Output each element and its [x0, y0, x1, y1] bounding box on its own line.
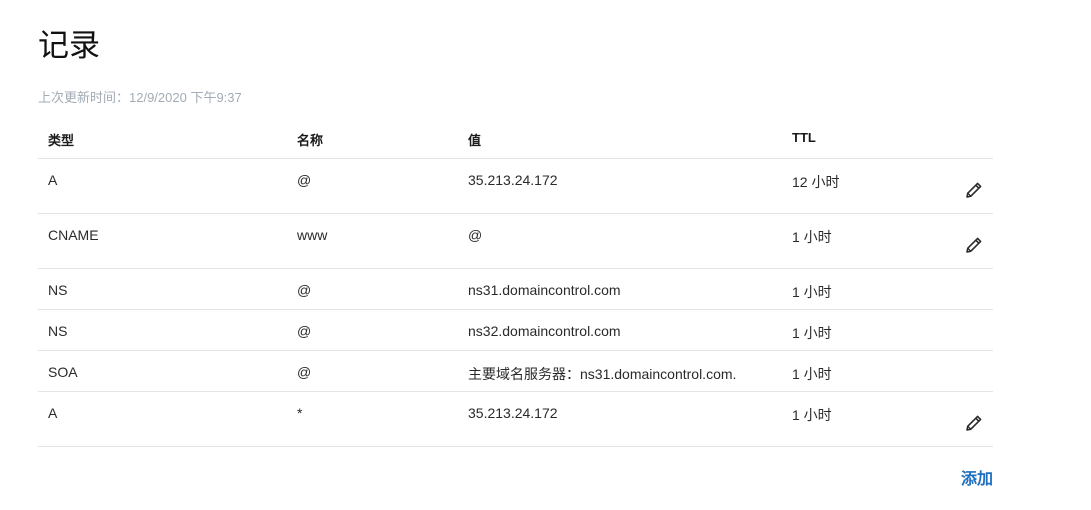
dns-records-page: 记录 上次更新时间：12/9/2020 下午9:37 类型 名称 值 TTL A… [0, 0, 1091, 510]
table-header-row: 类型 名称 值 TTL [38, 118, 993, 159]
record-value: ns32.domaincontrol.com [468, 323, 621, 339]
record-name: * [297, 405, 303, 421]
table-row: NS @ ns31.domaincontrol.com 1 小时 [38, 269, 993, 310]
table-row: A * 35.213.24.172 1 小时 [38, 392, 993, 447]
record-type: NS [48, 323, 68, 339]
column-header-type: 类型 [48, 133, 75, 148]
column-header-ttl: TTL [792, 130, 816, 145]
column-header-name: 名称 [297, 133, 324, 148]
record-ttl: 1 小时 [792, 325, 832, 341]
record-name: @ [297, 323, 312, 339]
record-value: ns31.domaincontrol.com [468, 282, 621, 298]
edit-record-button[interactable] [963, 412, 985, 434]
record-name: @ [297, 172, 312, 188]
table-row: A @ 35.213.24.172 12 小时 [38, 159, 993, 214]
record-ttl: 1 小时 [792, 366, 832, 382]
record-type: NS [48, 282, 68, 298]
record-name: www [297, 227, 328, 243]
add-record-link[interactable]: 添加 [961, 469, 993, 491]
table-row: SOA @ 主要域名服务器：ns31.domaincontrol.com. 1 … [38, 351, 993, 392]
record-type: A [48, 405, 58, 421]
edit-record-button[interactable] [963, 179, 985, 201]
record-value: 35.213.24.172 [468, 405, 558, 421]
pencil-icon [966, 237, 982, 253]
pencil-icon [966, 182, 982, 198]
record-ttl: 1 小时 [792, 284, 832, 300]
record-ttl: 1 小时 [792, 229, 832, 245]
last-updated-text: 上次更新时间：12/9/2020 下午9:37 [38, 90, 242, 105]
record-value: @ [468, 227, 483, 243]
record-value: 35.213.24.172 [468, 172, 558, 188]
table-row: NS @ ns32.domaincontrol.com 1 小时 [38, 310, 993, 351]
record-ttl: 1 小时 [792, 407, 832, 423]
table-row: CNAME www @ 1 小时 [38, 214, 993, 269]
records-table: 类型 名称 值 TTL A @ 35.213.24.172 12 小时 CNAM… [38, 118, 993, 447]
page-title: 记录 [38, 28, 100, 64]
pencil-icon [966, 415, 982, 431]
record-type: SOA [48, 364, 78, 380]
record-type: CNAME [48, 227, 99, 243]
record-ttl: 12 小时 [792, 174, 840, 190]
record-name: @ [297, 282, 312, 298]
record-type: A [48, 172, 58, 188]
record-value: 主要域名服务器：ns31.domaincontrol.com. [468, 366, 737, 382]
record-name: @ [297, 364, 312, 380]
edit-record-button[interactable] [963, 234, 985, 256]
column-header-value: 值 [468, 133, 482, 148]
